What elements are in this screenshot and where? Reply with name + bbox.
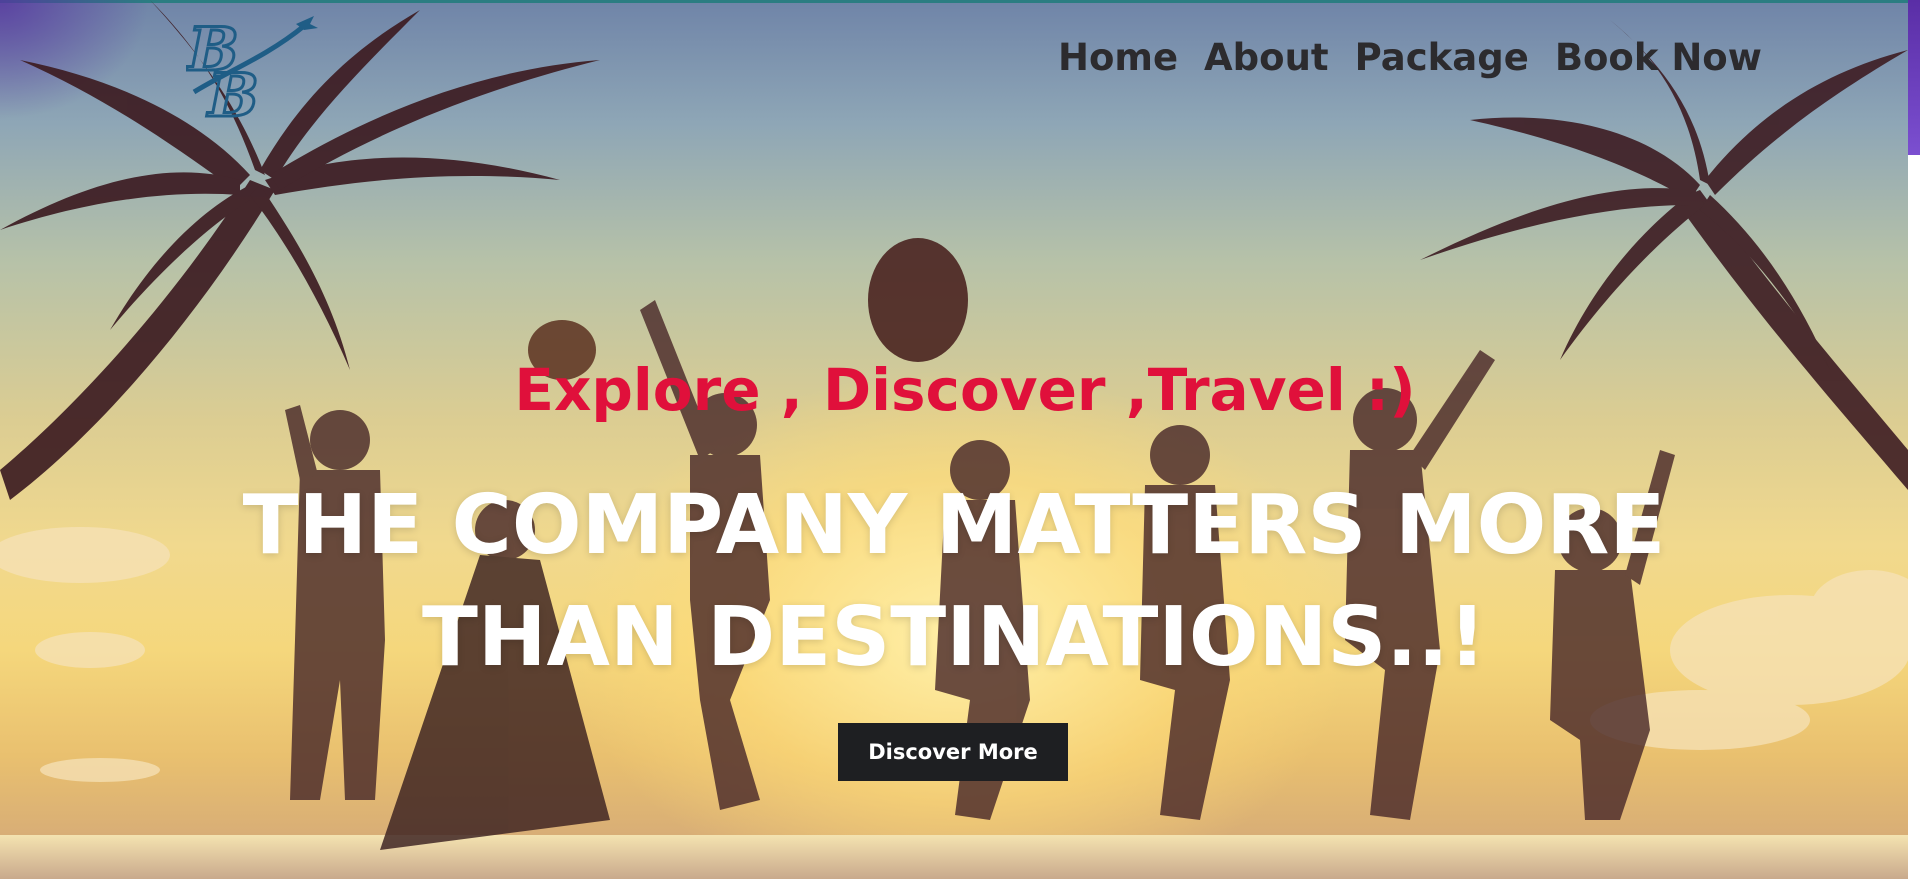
hero-section: B B Home About Package Book Now Explore …	[0, 0, 1920, 879]
discover-more-button[interactable]: Discover More	[838, 723, 1068, 781]
bb-airplane-logo-icon[interactable]: B B	[186, 12, 320, 124]
nav-about-link[interactable]: About	[1204, 36, 1329, 79]
nav-book-now-link[interactable]: Book Now	[1555, 36, 1762, 79]
flying-hat	[868, 238, 968, 362]
sea	[0, 835, 1908, 879]
scrollbar-thumb[interactable]	[1908, 0, 1920, 155]
hero-headline-line2: THAN DESTINATIONS..!	[421, 590, 1487, 685]
nav-package-link[interactable]: Package	[1355, 36, 1529, 79]
nav-home-link[interactable]: Home	[1058, 36, 1178, 79]
hero-headline-line1: THE COMPANY MATTERS MORE	[242, 478, 1666, 573]
site-header: B B Home About Package Book Now	[0, 0, 1908, 130]
main-nav: Home About Package Book Now	[1058, 36, 1762, 79]
hero-headline: THE COMPANY MATTERS MORE THAN DESTINATIO…	[0, 470, 1908, 694]
hero-tagline: Explore , Discover ,Travel :)	[514, 356, 1416, 424]
